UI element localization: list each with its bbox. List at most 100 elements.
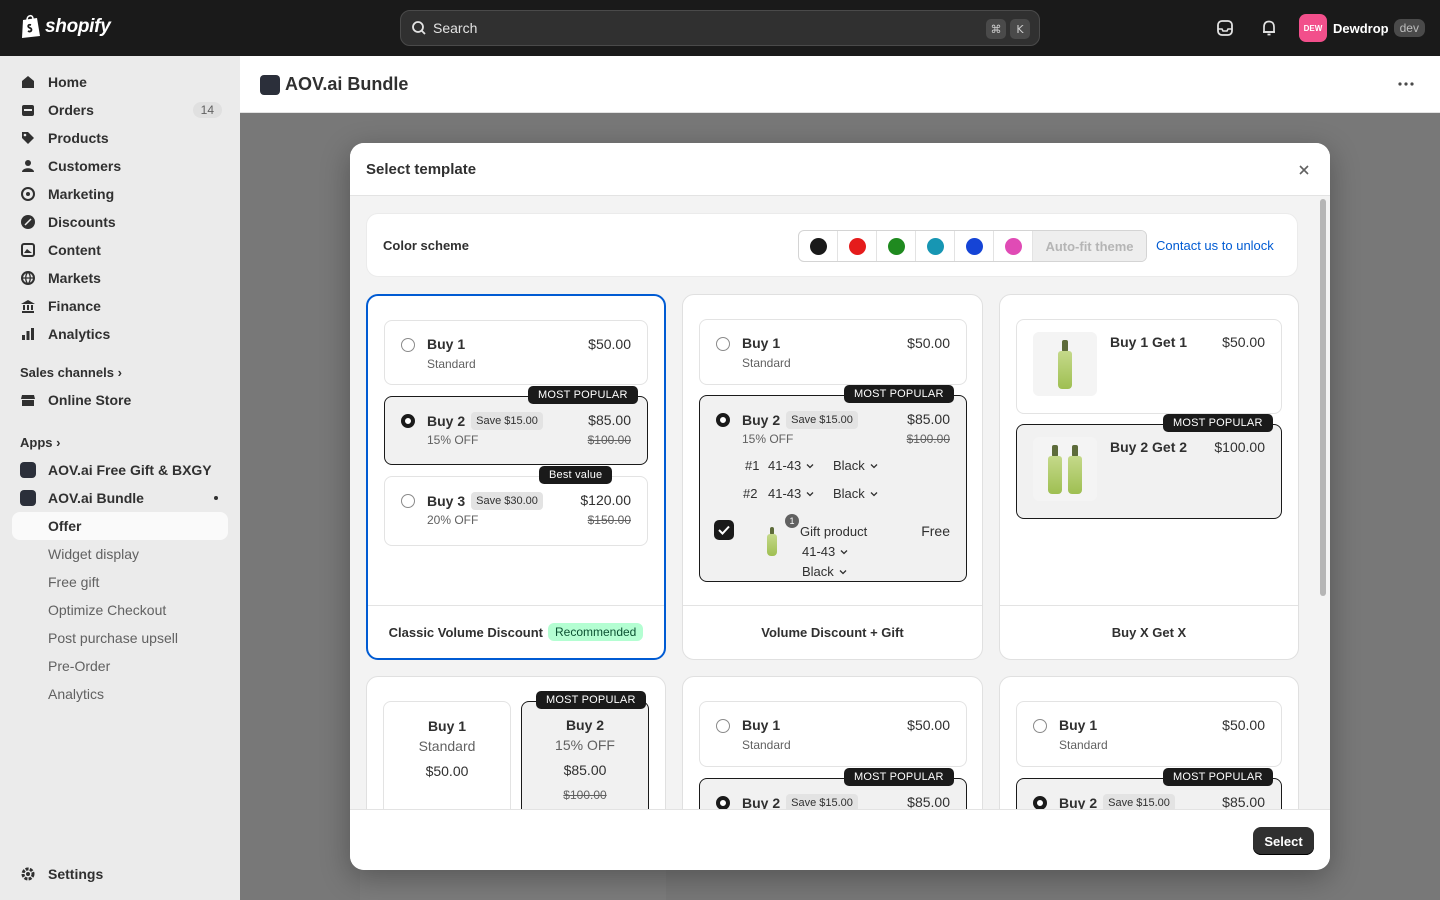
sidebar-subitem-free-gift[interactable]: Free gift (12, 568, 228, 596)
sidebar-item-app-bundle[interactable]: AOV.ai Bundle (12, 484, 228, 512)
option-radio[interactable] (716, 337, 730, 351)
option-price: $50.00 (425, 763, 469, 779)
option-radio[interactable] (401, 494, 415, 508)
bank-icon (21, 300, 35, 313)
swatch-dot (926, 237, 944, 255)
size-select[interactable]: 41-43 (768, 486, 814, 501)
sidebar-item-products[interactable]: Products (12, 124, 228, 152)
option-original-price: $100.00 (587, 433, 631, 447)
select-button[interactable]: Select (1253, 827, 1314, 855)
gift-color-select[interactable]: Black (802, 564, 847, 579)
sidebar-item-app-free-gift[interactable]: AOV.ai Free Gift & BXGY (12, 456, 228, 484)
option-price: $50.00 (1222, 334, 1265, 350)
inbox-icon[interactable] (1215, 18, 1235, 38)
template-card-buy-x-get-x[interactable]: Buy 1 Get 1 $50.00 MOST POPULAR Buy 2 Ge… (999, 294, 1299, 660)
search-input[interactable]: Search ⌘ K (400, 10, 1040, 46)
option-radio[interactable] (1033, 719, 1047, 733)
option-radio-selected[interactable] (401, 414, 415, 428)
sidebar-subitem-analytics[interactable]: Analytics (12, 680, 228, 708)
option-radio[interactable] (716, 719, 730, 733)
size-value: 41-43 (768, 486, 802, 501)
sidebar-item-label: Analytics (48, 326, 111, 342)
contact-unlock-link[interactable]: Contact us to unlock (1156, 238, 1274, 253)
option-radio-selected[interactable] (1033, 796, 1047, 810)
shopify-logo[interactable]: shopify (20, 14, 111, 39)
option-radio[interactable] (401, 338, 415, 352)
sidebar-item-label: Orders (48, 102, 94, 118)
sales-channels-heading[interactable]: Sales channels › (20, 365, 122, 380)
option-buy-2[interactable]: MOST POPULAR Buy 2 Save $15.00 15% OFF $8… (699, 385, 967, 582)
sidebar-item-content[interactable]: Content (12, 236, 228, 264)
option-buy-1[interactable]: Buy 1 Standard $50.00 (699, 319, 967, 385)
sidebar-item-markets[interactable]: Markets (12, 264, 228, 292)
store-avatar: DEW (1299, 14, 1327, 42)
template-card-classic-volume[interactable]: Buy 1 Standard $50.00 MOST POPULAR Buy 2… (366, 294, 666, 660)
color-swatch-pink[interactable] (994, 231, 1033, 261)
option-buy-2[interactable]: MOST POPULAR Buy 2 Save $15.00 15% OFF $8… (384, 386, 648, 465)
color-swatch-teal[interactable] (916, 231, 955, 261)
gift-size-select[interactable]: 41-43 (802, 544, 848, 559)
option-radio-selected[interactable] (716, 796, 730, 810)
sidebar-subitem-optimize-checkout[interactable]: Optimize Checkout (12, 596, 228, 624)
sidebar-item-online-store[interactable]: Online Store (12, 386, 228, 414)
option-title: Buy 1 (427, 718, 467, 734)
bottle-body (1058, 351, 1072, 389)
sidebar-item-customers[interactable]: Customers (12, 152, 228, 180)
option-buy-3[interactable]: Best value Buy 3 Save $30.00 20% OFF $120… (384, 466, 648, 546)
color-select[interactable]: Black (833, 458, 878, 473)
option-title: Buy 1 (742, 717, 781, 733)
template-card-volume-gift[interactable]: Buy 1 Standard $50.00 MOST POPULAR Buy 2… (682, 294, 983, 660)
option-buy-1[interactable]: Buy 1 Standard $50.00 (699, 701, 967, 767)
store-menu[interactable]: DEW Dewdrop dev (1299, 14, 1425, 42)
search-placeholder: Search (433, 20, 478, 36)
size-select[interactable]: 41-43 (768, 458, 814, 473)
option-title: Buy 1 (1059, 717, 1098, 733)
option-title-text: Buy 2 (427, 413, 466, 429)
option-buy-1[interactable]: Buy 1 Standard $50.00 (384, 320, 648, 385)
option-title: Buy 2 (565, 717, 605, 733)
option-subtitle: 20% OFF (427, 513, 479, 527)
bottle-body (767, 534, 777, 556)
sidebar-item-finance[interactable]: Finance (12, 292, 228, 320)
sidebar-item-orders[interactable]: Orders 14 (12, 96, 228, 124)
sidebar-subitem-widget-display[interactable]: Widget display (12, 540, 228, 568)
option-subtitle: 15% OFF (742, 432, 794, 446)
gift-product-image (752, 521, 792, 561)
size-value: 41-43 (802, 544, 836, 559)
variant-number: #2 (743, 486, 758, 501)
sidebar-subitem-post-purchase-upsell[interactable]: Post purchase upsell (12, 624, 228, 652)
most-popular-tag: MOST POPULAR (1163, 768, 1273, 786)
sidebar-item-discounts[interactable]: Discounts (12, 208, 228, 236)
option-buy-2[interactable]: MOST POPULAR Buy 2 15% OFF $85.00 $100.0… (521, 691, 649, 821)
modal-scrollbar-thumb[interactable] (1320, 199, 1326, 596)
swatch-dot (848, 237, 866, 255)
option-buy-1-get-1[interactable]: Buy 1 Get 1 $50.00 (1016, 319, 1282, 414)
sidebar-item-home[interactable]: Home (12, 68, 228, 96)
option-subtitle: Standard (1059, 738, 1108, 752)
option-buy-2-get-2[interactable]: MOST POPULAR Buy 2 Get 2 $100.00 (1016, 414, 1282, 519)
most-popular-tag: MOST POPULAR (844, 768, 954, 786)
option-radio-selected[interactable] (716, 413, 730, 427)
option-buy-1[interactable]: Buy 1 Standard $50.00 (1016, 701, 1282, 767)
save-badge: Save $15.00 (786, 411, 858, 429)
apps-heading[interactable]: Apps › (20, 435, 60, 450)
sidebar-item-marketing[interactable]: Marketing (12, 180, 228, 208)
option-title: Buy 3 Save $30.00 (427, 492, 543, 510)
close-icon[interactable] (1296, 162, 1312, 178)
option-original-price: $100.00 (906, 432, 950, 446)
color-swatch-black[interactable] (799, 231, 838, 261)
sidebar-subitem-offer[interactable]: Offer (12, 512, 228, 540)
gift-checkbox[interactable] (714, 520, 734, 540)
color-select[interactable]: Black (833, 486, 878, 501)
option-subtitle: Standard (742, 738, 791, 752)
option-buy-1[interactable]: Buy 1 Standard $50.00 (383, 701, 511, 821)
sidebar-item-settings[interactable]: Settings (12, 860, 228, 888)
color-swatch-blue[interactable] (955, 231, 994, 261)
more-actions-icon[interactable] (1397, 80, 1415, 88)
sidebar-item-analytics[interactable]: Analytics (12, 320, 228, 348)
color-swatch-green[interactable] (877, 231, 916, 261)
color-swatch-red[interactable] (838, 231, 877, 261)
sidebar-subitem-pre-order[interactable]: Pre-Order (12, 652, 228, 680)
gift-quantity-badge: 1 (785, 514, 799, 528)
bell-icon[interactable] (1259, 18, 1279, 38)
